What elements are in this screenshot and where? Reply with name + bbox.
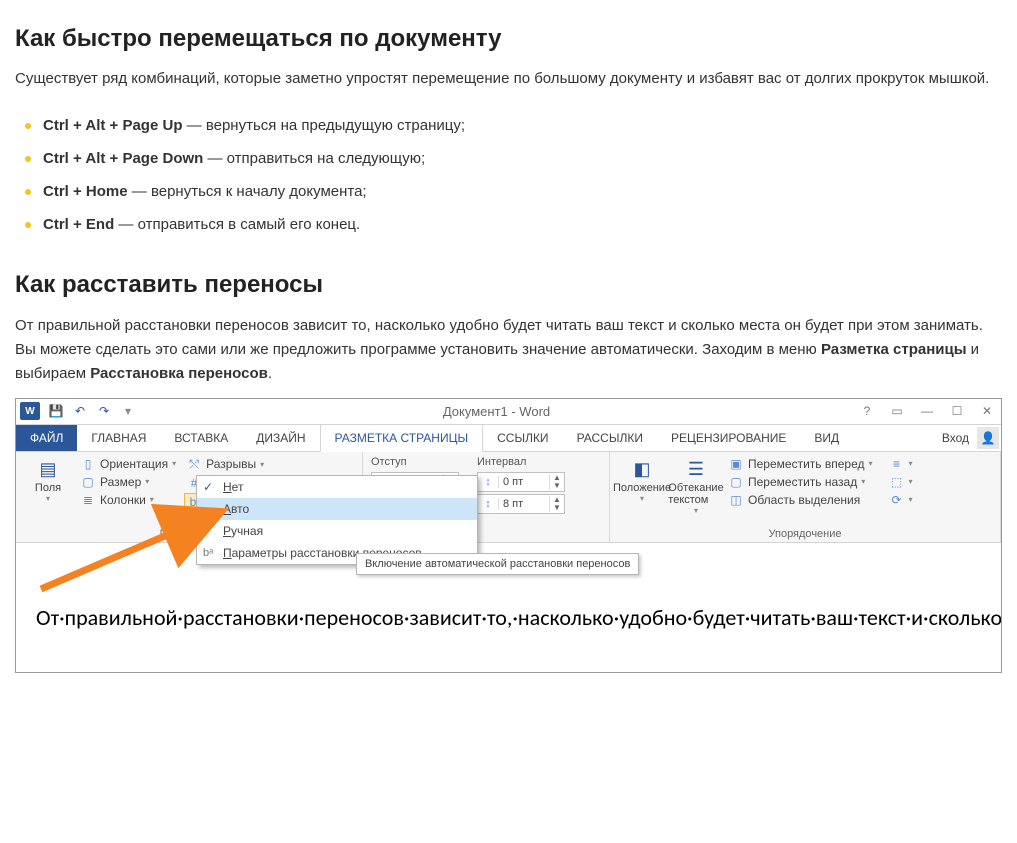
- selection-pane-icon: ◫: [728, 493, 744, 507]
- spacing-label: Интервал: [477, 456, 565, 470]
- send-backward-button[interactable]: ▢Переместить назад ▾: [726, 474, 875, 490]
- help-icon[interactable]: ?: [857, 404, 877, 418]
- position-button[interactable]: ◧ Положение ▾: [618, 456, 666, 505]
- align-icon: ≡: [889, 457, 905, 471]
- section1-intro: Существует ряд комбинаций, которые замет…: [15, 68, 1002, 91]
- rotate-icon: ⟳: [889, 493, 905, 507]
- indent-label: Отступ: [371, 456, 459, 470]
- quick-access-toolbar: W 💾 ↶ ↷ ▾: [20, 402, 136, 420]
- columns-icon: ≣: [80, 493, 96, 507]
- orientation-button[interactable]: ▯Ориентация ▾: [78, 456, 178, 472]
- list-item: Ctrl + Alt + Page Down — отправиться на …: [15, 142, 1002, 175]
- word-screenshot: W 💾 ↶ ↷ ▾ Документ1 - Word ? ▭ — ☐ ✕ ФАЙ…: [15, 398, 1002, 674]
- sign-in-link[interactable]: Вход: [934, 431, 977, 445]
- align-button[interactable]: ≡▾: [887, 456, 915, 472]
- margins-button[interactable]: ▤ Поля ▾: [24, 456, 72, 505]
- breaks-icon: ⤲: [186, 457, 202, 472]
- menu-item-manual[interactable]: Ручная: [197, 520, 477, 542]
- word-logo-icon[interactable]: W: [20, 402, 40, 420]
- window-title: Документ1 - Word: [136, 404, 857, 419]
- tab-review[interactable]: РЕЦЕНЗИРОВАНИЕ: [657, 425, 800, 451]
- ribbon-tabs: ФАЙЛ ГЛАВНАЯ ВСТАВКА ДИЗАЙН РАЗМЕТКА СТР…: [16, 425, 1001, 452]
- tab-page-layout[interactable]: РАЗМЕТКА СТРАНИЦЫ: [320, 424, 484, 452]
- position-icon: ◧: [628, 458, 656, 482]
- size-button[interactable]: ▢Размер ▾: [78, 474, 178, 490]
- undo-icon[interactable]: ↶: [72, 403, 88, 419]
- section2-para: От правильной расстановки переносов зави…: [15, 314, 1002, 386]
- wrap-text-icon: ☰: [682, 458, 710, 482]
- hyphenation-menu: ✓ Нет Авто Ручная bᵃ Параметры расстанов…: [196, 475, 478, 565]
- group-label-arrange: Упорядочение: [618, 526, 992, 540]
- tab-view[interactable]: ВИД: [800, 425, 853, 451]
- close-icon[interactable]: ✕: [977, 404, 997, 418]
- tab-design[interactable]: ДИЗАЙН: [242, 425, 319, 451]
- columns-button[interactable]: ≣Колонки ▾: [78, 492, 178, 508]
- tab-references[interactable]: ССЫЛКИ: [483, 425, 562, 451]
- list-item: Ctrl + Alt + Page Up — вернуться на пред…: [15, 109, 1002, 142]
- section1-heading: Как быстро перемещаться по документу: [15, 25, 1002, 53]
- tab-insert[interactable]: ВСТАВКА: [160, 425, 242, 451]
- rotate-button[interactable]: ⟳▾: [887, 492, 915, 508]
- bring-forward-icon: ▣: [728, 457, 744, 471]
- spacing-before-icon: ↕: [478, 476, 499, 488]
- size-icon: ▢: [80, 475, 96, 489]
- group-icon: ⬚: [889, 475, 905, 489]
- minimize-icon[interactable]: —: [917, 404, 937, 418]
- redo-icon[interactable]: ↷: [96, 403, 112, 419]
- section2-heading: Как расставить переносы: [15, 271, 1002, 299]
- maximize-icon[interactable]: ☐: [947, 404, 967, 418]
- titlebar: W 💾 ↶ ↷ ▾ Документ1 - Word ? ▭ — ☐ ✕: [16, 399, 1001, 425]
- menu-item-none[interactable]: ✓ Нет: [197, 476, 477, 498]
- tab-mailings[interactable]: РАССЫЛКИ: [563, 425, 657, 451]
- tab-home[interactable]: ГЛАВНАЯ: [77, 425, 160, 451]
- save-icon[interactable]: 💾: [48, 403, 64, 419]
- check-icon: ✓: [203, 480, 213, 494]
- tooltip: Включение автоматической расстановки пер…: [356, 553, 639, 575]
- breaks-button[interactable]: ⤲Разрывы ▾: [184, 456, 351, 473]
- orientation-icon: ▯: [80, 457, 96, 471]
- wrap-text-button[interactable]: ☰ Обтекание текстом ▾: [672, 456, 720, 517]
- selection-pane-button[interactable]: ◫Область выделения: [726, 492, 875, 508]
- hyphenation-options-icon: bᵃ: [203, 547, 213, 559]
- ribbon: ▤ Поля ▾ ▯Ориентация ▾ ▢Размер ▾ ≣Колонк…: [16, 452, 1001, 543]
- group-button[interactable]: ⬚▾: [887, 474, 915, 490]
- margins-icon: ▤: [34, 458, 62, 482]
- list-item: Ctrl + End — отправиться в самый его кон…: [15, 208, 1002, 241]
- qat-customize-icon[interactable]: ▾: [120, 403, 136, 419]
- tab-file[interactable]: ФАЙЛ: [16, 425, 77, 451]
- bring-forward-button[interactable]: ▣Переместить вперед ▾: [726, 456, 875, 472]
- group-arrange: ◧ Положение ▾ ☰ Обтекание текстом ▾ ▣Пер…: [610, 452, 1001, 542]
- avatar-icon[interactable]: 👤: [977, 427, 999, 449]
- spacing-before-input[interactable]: ↕0 пт▲▼: [477, 472, 565, 492]
- menu-item-auto[interactable]: Авто: [197, 498, 477, 520]
- list-item: Ctrl + Home — вернуться к началу докумен…: [15, 175, 1002, 208]
- shortcut-list: Ctrl + Alt + Page Up — вернуться на пред…: [15, 109, 1002, 241]
- spacing-after-icon: ↕: [478, 498, 499, 510]
- ribbon-display-icon[interactable]: ▭: [887, 404, 907, 418]
- send-backward-icon: ▢: [728, 475, 744, 489]
- spacing-after-input[interactable]: ↕8 пт▲▼: [477, 494, 565, 514]
